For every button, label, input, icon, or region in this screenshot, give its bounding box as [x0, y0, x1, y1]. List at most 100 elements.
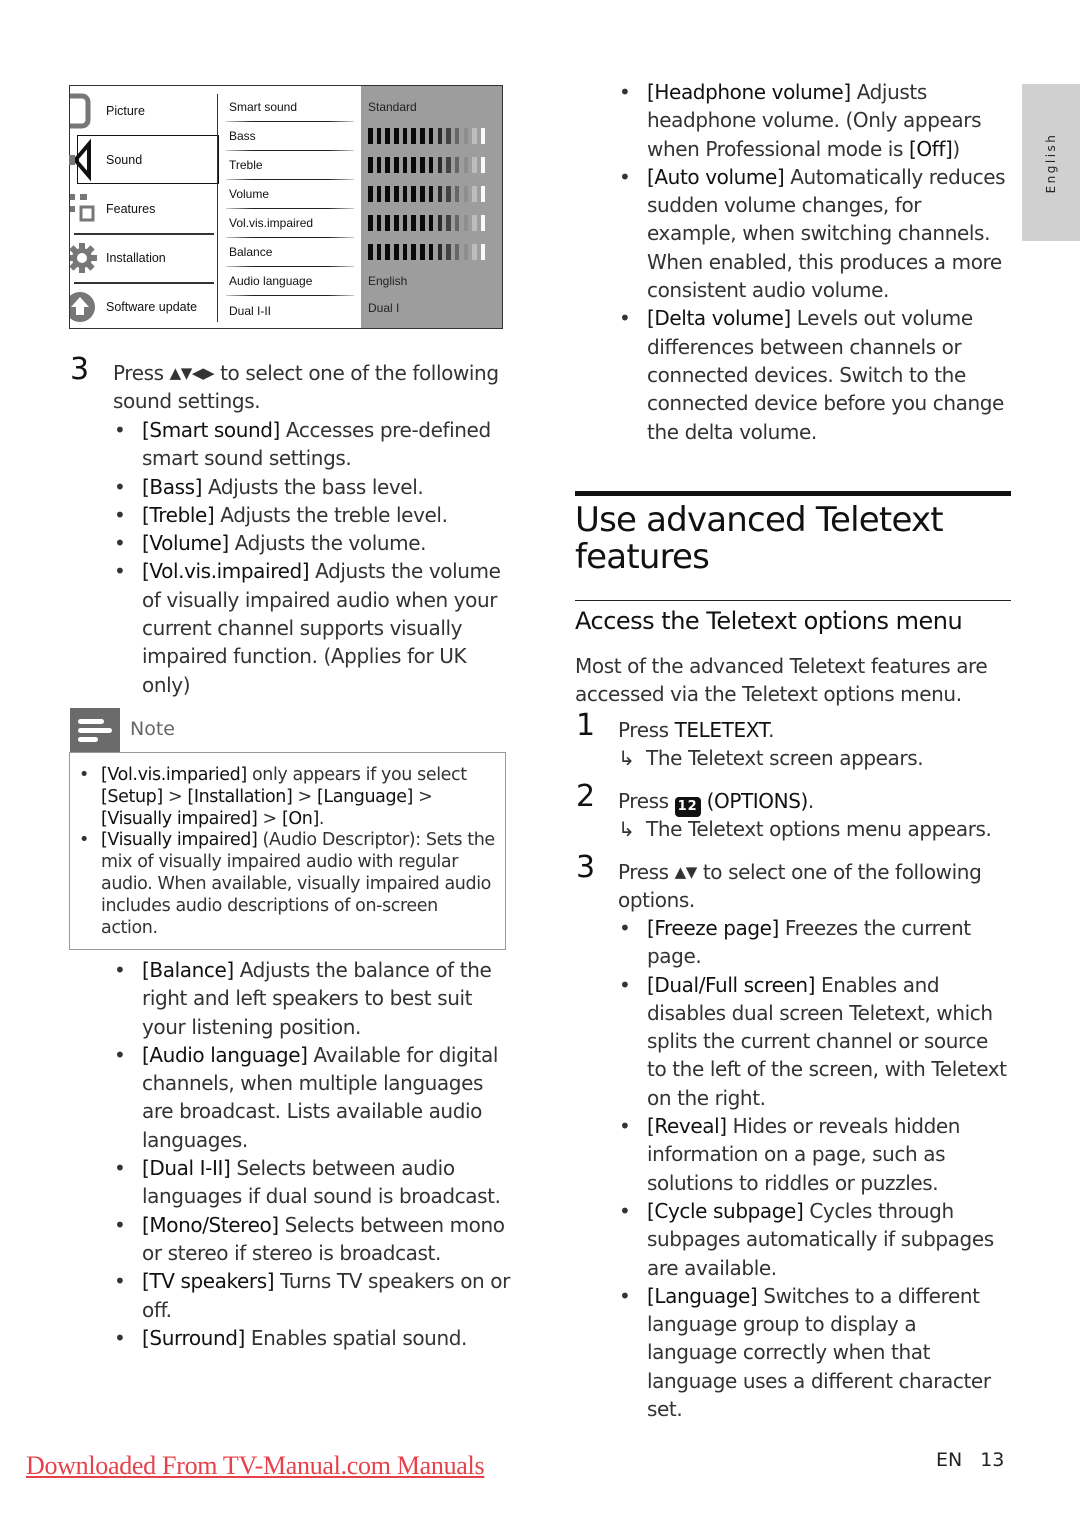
setting-description: Enables spatial sound.	[244, 1325, 468, 1350]
level-bar-segment	[480, 157, 486, 173]
level-bar-segment	[402, 128, 408, 144]
tv-value-audio-language: English	[368, 274, 408, 288]
level-bar-segment	[376, 157, 382, 173]
setting-term: [Bass]	[142, 474, 203, 499]
setting-term: [Setup]	[101, 786, 163, 807]
setting-term: [Balance]	[142, 958, 234, 982]
setting-term: [Mono/Stereo]	[142, 1212, 279, 1237]
tv-level-bass	[368, 122, 496, 151]
tv-menu-divider	[217, 94, 218, 322]
setting-term: [Audio language]	[142, 1042, 308, 1067]
tv-menu-item-picture: Picture	[70, 86, 218, 135]
step-3-teletext-instruction: Press ▲▼ to select one of the following …	[618, 860, 982, 913]
level-bar-segment	[385, 157, 390, 173]
setting-term: [Vol.vis.imparied]	[101, 765, 247, 785]
sound-settings-list-c: [Headphone volume] Adjusts headphone vol…	[619, 78, 1007, 446]
step-number: 3	[70, 352, 90, 387]
subsection-rule	[575, 600, 1011, 601]
level-bar-segment	[368, 128, 373, 144]
level-bar-segment	[428, 157, 434, 173]
setting-term: [TV speakers]	[142, 1269, 275, 1294]
level-bar-segment	[472, 244, 477, 260]
tv-option-smart-sound: Smart sound	[226, 93, 354, 122]
sound-settings-list-b: [Balance] Adjusts the balance of the rig…	[114, 956, 512, 1353]
note-icon	[78, 719, 112, 742]
level-bar-segment	[420, 128, 425, 144]
setting-term: [Headphone volume]	[647, 80, 851, 104]
list-item: [Balance] Adjusts the balance of the rig…	[114, 956, 512, 1041]
tv-level-vol-vis-impaired	[368, 209, 496, 238]
setting-term: [Off]	[908, 136, 953, 161]
level-bar-segment	[420, 157, 425, 173]
level-bar-segment	[411, 244, 416, 260]
setting-term: [Visually impaired]	[101, 830, 258, 851]
list-item: [Reveal] Hides or reveals hidden informa…	[619, 1112, 1012, 1197]
list-item: [Bass] Adjusts the bass level.	[114, 473, 512, 502]
tv-menu-item-installation: Installation	[70, 233, 218, 282]
setting-term: [On]	[281, 808, 319, 829]
setting-term: [Freeze page]	[647, 916, 779, 940]
level-bar-segment	[376, 215, 382, 231]
level-bar-segment	[376, 186, 382, 202]
sound-settings-list-a: [Smart sound] Accesses pre-defined smart…	[114, 416, 512, 699]
download-source-link[interactable]: Downloaded From TV-Manual.com Manuals	[26, 1451, 485, 1481]
tv-sound-menu-screenshot: Picture Sound Features Installation Soft…	[69, 85, 503, 329]
level-bar-segment	[454, 157, 460, 173]
setting-term: [Smart sound]	[142, 418, 280, 442]
step-2-instruction: Press 12 (OPTIONS).	[618, 787, 1018, 817]
tv-option-vol-vis-impaired: Vol.vis.impaired	[226, 209, 354, 238]
level-bar-segment	[385, 128, 390, 144]
level-bar-segment	[402, 157, 408, 173]
level-bar-segment	[472, 128, 477, 144]
setting-description: Adjusts the bass level.	[202, 474, 424, 499]
level-bar-segment	[437, 186, 442, 202]
level-bar-segment	[420, 215, 425, 231]
level-bar-segment	[368, 244, 373, 260]
setting-term: [Delta volume]	[647, 306, 791, 331]
list-item: [Auto volume] Automatically reduces sudd…	[619, 163, 1007, 304]
list-item: [Surround] Enables spatial sound.	[114, 1324, 512, 1353]
tv-value-smart-sound: Standard	[368, 100, 417, 114]
speaker-icon	[69, 138, 91, 181]
level-bar-segment	[368, 215, 373, 231]
step-1-instruction: Press TELETEXT.	[618, 718, 775, 742]
level-bar-segment	[454, 128, 460, 144]
level-bar-segment	[480, 244, 486, 260]
result-arrow-icon: ↳	[618, 817, 635, 841]
note-box: [Vol.vis.imparied] only appears if you s…	[69, 752, 506, 950]
setting-term: [Surround]	[142, 1325, 245, 1350]
text-fragment: only appears if you select	[246, 765, 467, 785]
level-bar-segment	[411, 186, 416, 202]
level-bar-segment	[428, 215, 434, 231]
level-bar-segment	[376, 244, 382, 260]
level-bar-segment	[480, 186, 486, 202]
text-fragment: >	[162, 786, 188, 807]
gear-icon	[70, 242, 97, 273]
up-down-arrows-icon: ▲▼	[674, 863, 698, 881]
level-bar-segment	[394, 244, 399, 260]
list-item: [TV speakers] Turns TV speakers on or of…	[114, 1267, 512, 1324]
tv-menu-sound-options: Smart sound Bass Treble Volume Vol.vis.i…	[222, 86, 358, 328]
step-2-result: ↳ The Teletext options menu appears.	[618, 815, 1018, 843]
tv-option-treble: Treble	[226, 151, 354, 180]
result-arrow-icon: ↳	[618, 746, 635, 770]
tv-level-volume	[368, 180, 496, 209]
level-bar-segment	[394, 215, 399, 231]
list-item: [Audio language] Available for digital c…	[114, 1041, 512, 1154]
intro-paragraph: Most of the advanced Teletext features a…	[575, 654, 988, 707]
text-fragment: .	[318, 808, 325, 829]
setting-term: [Language]	[647, 1283, 758, 1308]
level-bar-segment	[446, 128, 451, 144]
section-rule	[575, 491, 1011, 496]
tv-option-dual: Dual I-II	[229, 304, 272, 318]
note-content: [Vol.vis.imparied] only appears if you s…	[79, 765, 496, 939]
level-bar-segment	[463, 128, 469, 144]
level-bar-segment	[454, 244, 460, 260]
step-1-result: ↳ The Teletext screen appears.	[618, 744, 1018, 772]
list-item: [Mono/Stereo] Selects between mono or st…	[114, 1211, 512, 1268]
tv-option-balance: Balance	[226, 238, 354, 267]
tv-value-dual: Dual I	[368, 301, 400, 315]
level-bar-segment	[402, 215, 408, 231]
options-key-icon: 12	[674, 797, 701, 817]
level-bar-segment	[454, 215, 460, 231]
